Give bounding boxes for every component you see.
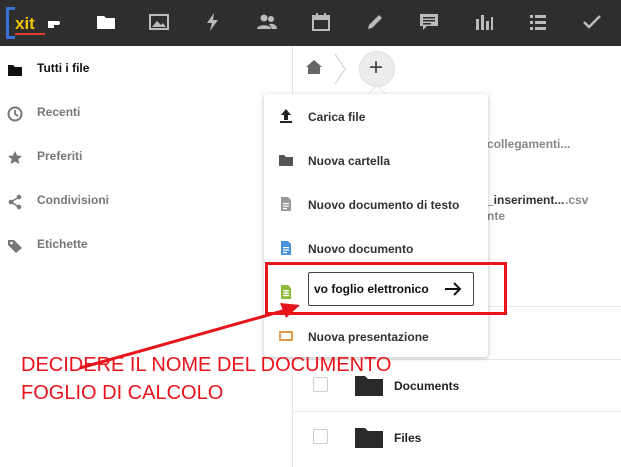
logo-text: xit — [15, 14, 35, 33]
row-checkbox[interactable] — [313, 377, 328, 392]
menu-item-label: Nuovo documento di testo — [308, 198, 460, 212]
text-file-icon — [281, 197, 291, 211]
list-icon[interactable] — [527, 11, 549, 33]
menu-item-label: Nuovo documento — [308, 242, 414, 256]
menu-item-new-text-file[interactable]: Nuovo documento di testo — [264, 182, 488, 226]
folder-icon[interactable] — [95, 11, 117, 33]
menu-item-new-presentation[interactable]: Nuova presentazione — [264, 314, 488, 358]
file-name-fragment: nte — [487, 209, 505, 223]
annotation-text-line-1: DECIDERE IL NOME DEL DOCUMENTO — [21, 354, 392, 376]
upload-icon — [280, 109, 292, 123]
image-icon[interactable] — [148, 11, 170, 33]
sidebar-item-label: Recenti — [37, 105, 81, 119]
star-icon — [8, 151, 22, 165]
file-name[interactable]: Files — [394, 431, 421, 445]
folder-icon — [279, 155, 293, 166]
new-file-menu: Carica file Nuova cartella Nuovo documen… — [264, 94, 488, 357]
document-icon — [281, 241, 291, 255]
check-icon[interactable] — [581, 11, 603, 33]
menu-item-upload[interactable]: Carica file — [264, 94, 488, 138]
menu-item-label: Nuova cartella — [308, 154, 391, 168]
sidebar-item-label: Condivisioni — [37, 193, 109, 207]
menu-item-new-folder[interactable]: Nuova cartella — [264, 138, 488, 182]
home-icon[interactable] — [305, 58, 323, 81]
sidebar-item-tags[interactable]: Etichette — [0, 224, 292, 268]
sidebar-item-label: Tutti i file — [37, 61, 90, 75]
row-checkbox[interactable] — [313, 429, 328, 444]
menu-item-label: Carica file — [308, 110, 366, 124]
folder-icon — [8, 65, 22, 76]
sidebar-item-label: Etichette — [37, 237, 88, 251]
file-name-fragment: collegamenti... — [487, 137, 571, 151]
plus-icon: + — [369, 54, 384, 81]
breadcrumb-separator — [333, 52, 347, 91]
table-row[interactable]: Files — [293, 411, 621, 464]
file-extension: .csv — [565, 193, 589, 207]
chat-icon[interactable] — [418, 11, 440, 33]
top-app-bar: xit — [0, 0, 621, 46]
annotation-highlight-box — [265, 262, 507, 315]
app-logo[interactable]: xit — [4, 3, 68, 43]
sidebar-item-recent[interactable]: Recenti — [0, 92, 292, 136]
folder-icon — [355, 428, 383, 448]
file-name-fragment: _inseriment... — [487, 193, 565, 207]
bolt-icon[interactable] — [202, 11, 224, 33]
presentation-icon — [279, 331, 293, 341]
contacts-icon[interactable] — [256, 11, 278, 33]
new-button[interactable]: + — [359, 51, 395, 87]
annotation-text-line-2: FOGLIO DI CALCOLO — [21, 382, 224, 404]
calendar-icon[interactable] — [310, 11, 332, 33]
sidebar-item-all-files[interactable]: Tutti i file — [0, 48, 292, 92]
sidebar-item-shares[interactable]: Condivisioni — [0, 180, 292, 224]
menu-item-label: Nuova presentazione — [308, 330, 429, 344]
share-icon — [8, 194, 22, 210]
sidebar-item-label: Preferiti — [37, 149, 83, 163]
clock-icon — [7, 106, 23, 122]
bar-chart-icon[interactable] — [473, 11, 495, 33]
sidebar-item-favorites[interactable]: Preferiti — [0, 136, 292, 180]
pencil-icon[interactable] — [364, 11, 386, 33]
file-name[interactable]: Documents — [394, 379, 459, 393]
tag-icon — [8, 240, 22, 253]
